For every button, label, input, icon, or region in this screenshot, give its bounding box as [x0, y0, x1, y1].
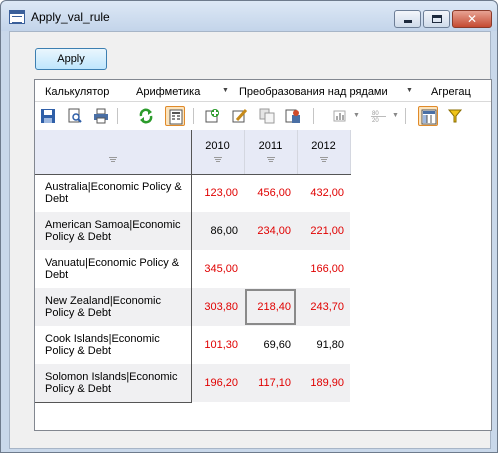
minimize-icon [404, 20, 412, 23]
filter-icon[interactable] [319, 157, 328, 163]
table-cell[interactable]: 117,10 [244, 364, 297, 402]
row-header[interactable]: American Samoa|Economic Policy & Debt [35, 212, 192, 250]
table-row: Solomon Islands|Economic Policy & Debt 1… [35, 364, 350, 403]
table-cell[interactable] [244, 250, 297, 288]
toolbar-separator [117, 108, 118, 124]
row-header[interactable]: Cook Islands|Economic Policy & Debt [35, 326, 192, 364]
column-header-2012[interactable]: 2012 [297, 130, 351, 175]
menu-aggregation[interactable]: Агрегац [431, 86, 471, 98]
table-cell[interactable]: 189,90 [297, 364, 350, 402]
refresh-icon[interactable] [136, 106, 156, 126]
client-area: Apply Калькулятор Арифметика ▼ Преобразо… [9, 31, 492, 449]
print-preview-icon[interactable] [65, 106, 85, 126]
row-header[interactable]: Australia|Economic Policy & Debt [35, 174, 192, 212]
chart-icon[interactable] [330, 106, 350, 126]
apply-button[interactable]: Apply [35, 48, 107, 70]
filter-icon[interactable] [445, 106, 465, 126]
save-icon[interactable] [38, 106, 58, 126]
row-header[interactable]: New Zealand|Economic Policy & Debt [35, 288, 192, 326]
decimal-format-icon[interactable]: 80 20 [369, 106, 389, 126]
column-header-2011[interactable]: 2011 [244, 130, 298, 175]
toolbar-separator [193, 108, 194, 124]
data-grid-panel: Калькулятор Арифметика ▼ Преобразования … [34, 79, 492, 431]
table-cell[interactable]: 196,20 [191, 364, 244, 402]
menu-calculator[interactable]: Калькулятор [45, 86, 109, 98]
close-button[interactable]: ✕ [452, 10, 492, 28]
filter-icon[interactable] [108, 157, 117, 163]
table-cell[interactable]: 221,00 [297, 212, 350, 250]
app-window: Apply_val_rule ✕ Apply Калькулятор Арифм… [0, 0, 498, 453]
menu-series-transforms[interactable]: Преобразования над рядами [239, 86, 388, 98]
series-settings-icon[interactable] [283, 106, 303, 126]
table-row: American Samoa|Economic Policy & Debt 86… [35, 212, 350, 250]
column-header-2010[interactable]: 2010 [191, 130, 245, 175]
table-cell[interactable]: 101,30 [191, 326, 244, 364]
menu-bar: Калькулятор Арифметика ▼ Преобразования … [35, 80, 491, 102]
table-cell[interactable]: 166,00 [297, 250, 350, 288]
toolbar-separator [313, 108, 314, 124]
grid-view-icon[interactable] [165, 106, 185, 126]
table-row: Cook Islands|Economic Policy & Debt 101,… [35, 326, 350, 364]
row-header[interactable]: Vanuatu|Economic Policy & Debt [35, 250, 192, 288]
title-bar[interactable]: Apply_val_rule ✕ [1, 1, 497, 31]
selected-cell[interactable]: 218,40 [244, 288, 297, 326]
app-icon [9, 10, 25, 24]
print-icon[interactable] [91, 106, 111, 126]
table-cell[interactable]: 86,00 [191, 212, 244, 250]
table-cell[interactable]: 243,70 [297, 288, 350, 326]
chevron-down-icon[interactable]: ▼ [392, 112, 399, 119]
table-cell[interactable]: 432,00 [297, 174, 350, 212]
table-cell[interactable]: 345,00 [191, 250, 244, 288]
row-header[interactable]: Solomon Islands|Economic Policy & Debt [35, 364, 192, 403]
table-cell[interactable]: 303,80 [191, 288, 244, 326]
table-cell[interactable]: 69,60 [244, 326, 297, 364]
data-table: 2010 2011 2012 Australia|Economic Policy… [35, 130, 351, 403]
table-layout-icon[interactable] [418, 106, 438, 126]
table-row: Vanuatu|Economic Policy & Debt 345,00 16… [35, 250, 350, 288]
table-cell[interactable]: 91,80 [297, 326, 350, 364]
minimize-button[interactable] [394, 10, 421, 28]
table-cell[interactable]: 123,00 [191, 174, 244, 212]
filter-icon[interactable] [213, 157, 222, 163]
window-title: Apply_val_rule [31, 10, 110, 24]
maximize-icon [432, 15, 442, 23]
copy-icon[interactable] [257, 106, 277, 126]
chevron-down-icon: ▼ [406, 87, 413, 94]
menu-arithmetic[interactable]: Арифметика [136, 86, 200, 98]
svg-text:20: 20 [372, 118, 379, 124]
toolbar-separator [405, 108, 406, 124]
add-series-icon[interactable] [203, 106, 223, 126]
close-icon: ✕ [466, 12, 478, 26]
edit-icon[interactable] [230, 106, 250, 126]
maximize-button[interactable] [423, 10, 450, 28]
filter-icon[interactable] [266, 157, 275, 163]
table-cell[interactable]: 234,00 [244, 212, 297, 250]
toolbar: ▼ 80 20 ▼ [35, 103, 491, 129]
table-row: Australia|Economic Policy & Debt 123,00 … [35, 174, 350, 212]
chevron-down-icon[interactable]: ▼ [353, 112, 360, 119]
table-row: New Zealand|Economic Policy & Debt 303,8… [35, 288, 350, 326]
chevron-down-icon: ▼ [222, 87, 229, 94]
table-cell[interactable]: 456,00 [244, 174, 297, 212]
grid-corner-header[interactable] [35, 130, 192, 175]
